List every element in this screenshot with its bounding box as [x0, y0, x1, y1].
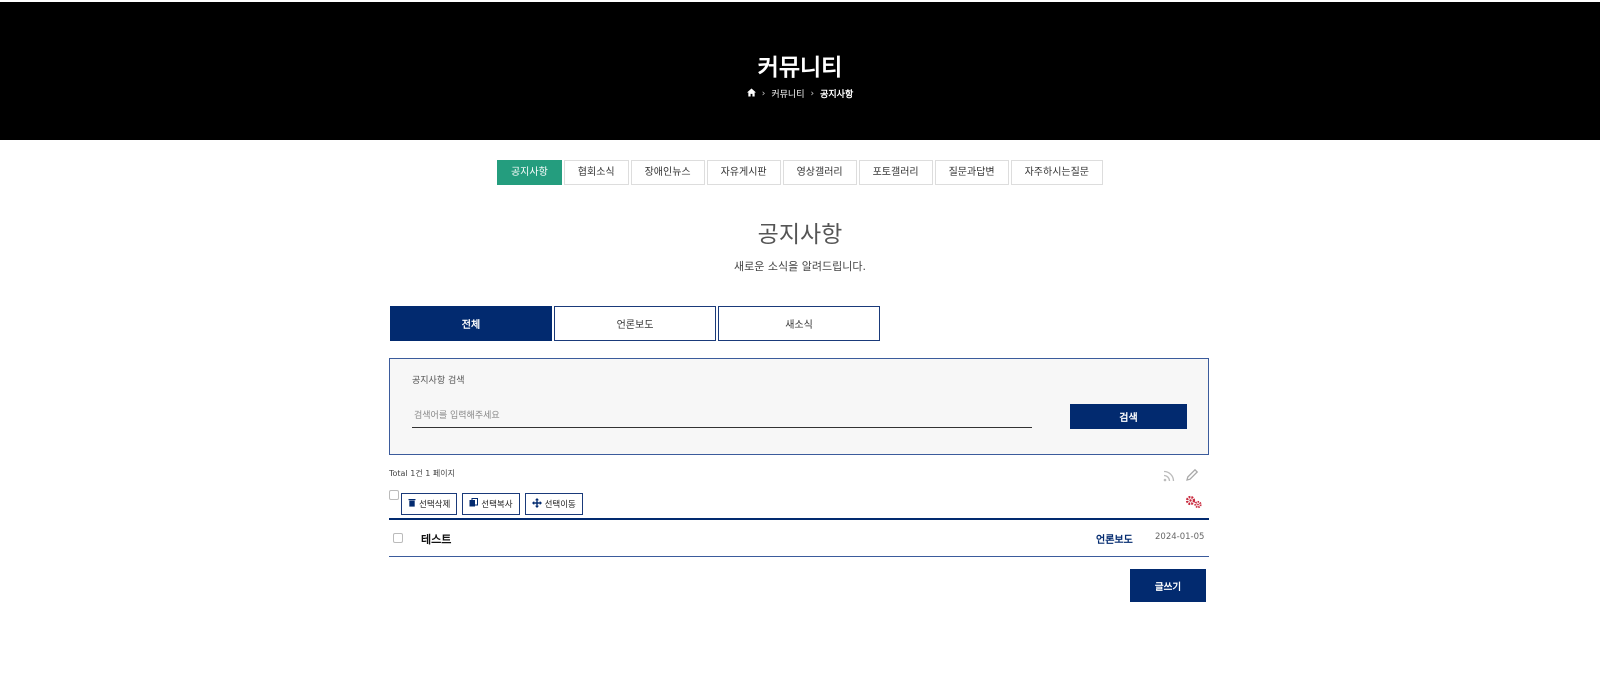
tab-faq[interactable]: 자주하시는질문 [1010, 160, 1104, 185]
bulk-actions: 선택삭제 선택복사 선택이동 [401, 493, 583, 515]
page-subtitle: 새로운 소식을 알려드립니다. [734, 260, 866, 273]
select-delete-button[interactable]: 선택삭제 [401, 493, 458, 515]
filter-tab-press[interactable]: 언론보도 [554, 306, 716, 341]
breadcrumb: › 커뮤니티 › 공지사항 [0, 87, 1600, 100]
select-move-button[interactable]: 선택이동 [524, 493, 583, 515]
select-copy-button[interactable]: 선택복사 [462, 493, 520, 515]
tab-association-news[interactable]: 협회소식 [563, 160, 629, 185]
trash-icon [408, 498, 416, 510]
home-icon[interactable] [746, 87, 756, 100]
breadcrumb-item-current: 공지사항 [820, 90, 854, 100]
tab-notice[interactable]: 공지사항 [496, 160, 562, 185]
tab-disability-news[interactable]: 장애인뉴스 [630, 160, 705, 185]
total-count: Total 1건 1 페이지 [389, 469, 455, 478]
board-tools [1163, 467, 1199, 486]
filter-tabs: 전체 언론보도 새소식 [390, 306, 880, 341]
tab-qna[interactable]: 질문과답변 [934, 160, 1009, 185]
category-nav: 공지사항 협회소식 장애인뉴스 자유게시판 영상갤러리 포토갤러리 질문과답변 … [0, 160, 1600, 185]
page-title: 공지사항 [757, 222, 843, 248]
filter-tab-news[interactable]: 새소식 [718, 306, 880, 341]
post-category: 언론보도 [1096, 535, 1133, 546]
filter-tab-all[interactable]: 전체 [390, 306, 552, 341]
write-button[interactable]: 글쓰기 [1130, 569, 1206, 602]
search-button[interactable]: 검색 [1070, 404, 1187, 429]
select-delete-label: 선택삭제 [419, 500, 451, 510]
post-title[interactable]: 테스트 [421, 531, 451, 547]
chevron-right-icon: › [810, 88, 815, 99]
table-row[interactable]: 테스트 언론보도 2024-01-05 [389, 520, 1209, 557]
search-label: 공지사항 검색 [412, 376, 465, 386]
search-box: 공지사항 검색 검색 [389, 358, 1209, 455]
pencil-icon[interactable] [1185, 467, 1199, 486]
tab-video-gallery[interactable]: 영상갤러리 [782, 160, 857, 185]
hero-banner: 커뮤니티 › 커뮤니티 › 공지사항 [0, 2, 1600, 140]
row-checkbox[interactable] [393, 533, 403, 543]
tab-photo-gallery[interactable]: 포토갤러리 [858, 160, 933, 185]
move-icon [531, 497, 542, 511]
tab-free-board[interactable]: 자유게시판 [706, 160, 781, 185]
select-move-label: 선택이동 [544, 500, 576, 510]
gears-icon[interactable] [1185, 494, 1203, 513]
select-all-checkbox[interactable] [389, 490, 399, 500]
chevron-right-icon: › [761, 88, 766, 99]
select-copy-label: 선택복사 [481, 500, 513, 510]
breadcrumb-item-community[interactable]: 커뮤니티 [771, 87, 804, 100]
hero-title: 커뮤니티 [757, 55, 843, 81]
rss-icon[interactable] [1163, 467, 1175, 486]
search-input[interactable] [412, 404, 1032, 428]
copy-icon [469, 498, 479, 510]
post-date: 2024-01-05 [1155, 532, 1205, 542]
